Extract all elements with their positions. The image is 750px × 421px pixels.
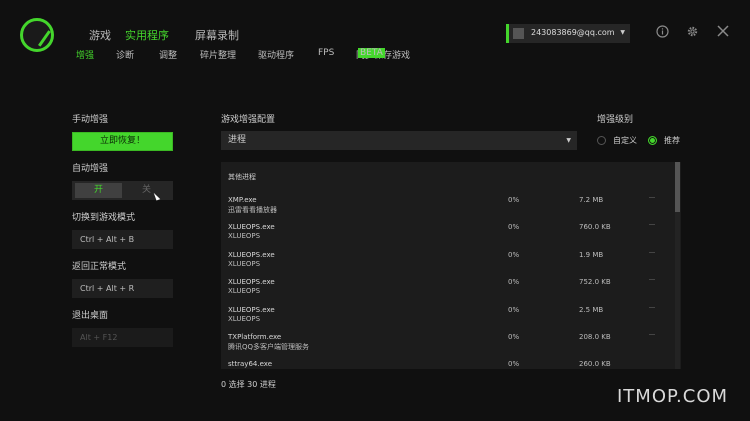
process-cpu: 0% — [508, 251, 520, 259]
process-mem: 208.0 KB — [579, 333, 611, 341]
table-row[interactable]: XLUEOPS.exe XLUEOPS 0% 2.5 MB — [221, 306, 673, 333]
info-icon[interactable] — [656, 25, 669, 41]
process-cpu: 0% — [508, 306, 520, 314]
boost-level-title: 增强级别 — [597, 115, 634, 125]
row-divider — [649, 197, 655, 198]
gear-icon[interactable] — [686, 25, 699, 41]
process-desc: XLUEOPS — [228, 232, 261, 240]
process-name: XLUEOPS.exe — [228, 306, 275, 314]
process-mem: 752.0 KB — [579, 278, 611, 286]
toggle-on[interactable]: 开 — [75, 183, 122, 198]
game-boost-config-title: 游戏增强配置 — [221, 115, 276, 125]
manual-boost-title: 手动增强 — [72, 115, 109, 125]
table-row[interactable]: XLUEOPS.exe XLUEOPS 0% 1.9 MB — [221, 251, 673, 278]
table-row[interactable]: XMP.exe 迅雷看看播放器 0% 7.2 MB — [221, 196, 673, 223]
radio-custom[interactable] — [597, 136, 606, 145]
subtab-tweaks[interactable]: 调整 — [159, 48, 177, 61]
return-normal-title: 返回正常模式 — [72, 262, 127, 272]
subtab-defrag[interactable]: 碎片整理 — [200, 48, 236, 61]
exit-desktop-title: 退出桌面 — [72, 311, 109, 321]
exit-desktop-hotkey-field[interactable]: Alt + F12 — [72, 328, 173, 347]
subtab-fps[interactable]: FPS — [318, 48, 334, 58]
process-select[interactable]: 进程 ▼ — [221, 131, 577, 150]
row-divider — [649, 279, 655, 280]
table-row[interactable]: TXPlatform.exe 腾讯QQ多客户端管理服务 0% 208.0 KB — [221, 333, 673, 360]
table-scrollbar[interactable] — [675, 162, 680, 369]
process-name: XLUEOPS.exe — [228, 223, 275, 231]
process-count-status: 0 选择 30 进程 — [221, 380, 276, 389]
subtab-drivers[interactable]: 驱动程序 — [258, 48, 294, 61]
process-mem: 7.2 MB — [579, 196, 604, 204]
restore-now-button[interactable]: 立即恢复！ — [72, 132, 173, 151]
chevron-down-icon: ▼ — [566, 137, 571, 144]
row-divider — [649, 252, 655, 253]
table-row[interactable]: XLUEOPS.exe XLUEOPS 0% 760.0 KB — [221, 223, 673, 250]
table-row[interactable]: sttray64.exe 0% 260.0 KB — [221, 360, 673, 369]
process-cpu: 0% — [508, 196, 520, 204]
tab-utilities[interactable]: 实用程序 — [125, 27, 169, 43]
scrollbar-thumb[interactable] — [675, 162, 680, 212]
process-desc: 腾讯QQ多客户端管理服务 — [228, 343, 310, 351]
table-row[interactable]: XLUEOPS.exe XLUEOPS 0% 752.0 KB — [221, 278, 673, 305]
row-divider — [649, 334, 655, 335]
app-logo — [20, 18, 54, 52]
account-email: 243083869@qq.com — [531, 28, 615, 37]
subtab-diagnostics[interactable]: 诊断 — [116, 48, 134, 61]
radio-recommended-label: 推荐 — [664, 136, 680, 145]
process-mem: 2.5 MB — [579, 306, 604, 314]
process-cpu: 0% — [508, 360, 520, 368]
beta-badge: BETA — [358, 48, 385, 58]
process-desc: 迅雷看看播放器 — [228, 206, 277, 214]
process-mem: 760.0 KB — [579, 223, 611, 231]
row-divider — [649, 224, 655, 225]
table-group-header: 其他进程 — [228, 173, 256, 181]
process-name: TXPlatform.exe — [228, 333, 282, 341]
process-name: XLUEOPS.exe — [228, 251, 275, 259]
avatar — [513, 28, 524, 39]
process-name: sttray64.exe — [228, 360, 272, 368]
tab-screen-recording[interactable]: 屏幕录制 — [195, 27, 239, 43]
process-name: XMP.exe — [228, 196, 257, 204]
process-desc: XLUEOPS — [228, 287, 261, 295]
switch-game-mode-title: 切换到游戏模式 — [72, 213, 136, 223]
tab-games[interactable]: 游戏 — [89, 27, 111, 43]
subtab-boost[interactable]: 增强 — [76, 48, 94, 61]
process-mem: 1.9 MB — [579, 251, 604, 259]
process-desc: XLUEOPS — [228, 315, 261, 323]
account-dropdown[interactable]: 243083869@qq.com ▼ — [506, 24, 630, 43]
close-icon[interactable] — [717, 25, 729, 40]
process-cpu: 0% — [508, 278, 520, 286]
radio-recommended[interactable] — [648, 136, 657, 145]
row-divider — [649, 307, 655, 308]
process-desc: XLUEOPS — [228, 260, 261, 268]
process-select-value: 进程 — [228, 135, 247, 145]
toggle-off[interactable]: 关 — [123, 183, 170, 198]
chevron-down-icon: ▼ — [620, 29, 625, 36]
process-cpu: 0% — [508, 223, 520, 231]
auto-boost-title: 自动增强 — [72, 164, 109, 174]
process-cpu: 0% — [508, 333, 520, 341]
return-normal-hotkey-field[interactable]: Ctrl + Alt + R — [72, 279, 173, 298]
radio-custom-label: 自定义 — [613, 136, 637, 145]
watermark: ITMOP.COM — [617, 386, 729, 407]
process-name: XLUEOPS.exe — [228, 278, 275, 286]
process-table: 其他进程 XMP.exe 迅雷看看播放器 0% 7.2 MB XLUEOPS.e… — [221, 162, 681, 369]
switch-game-hotkey-field[interactable]: Ctrl + Alt + B — [72, 230, 173, 249]
process-mem: 260.0 KB — [579, 360, 611, 368]
